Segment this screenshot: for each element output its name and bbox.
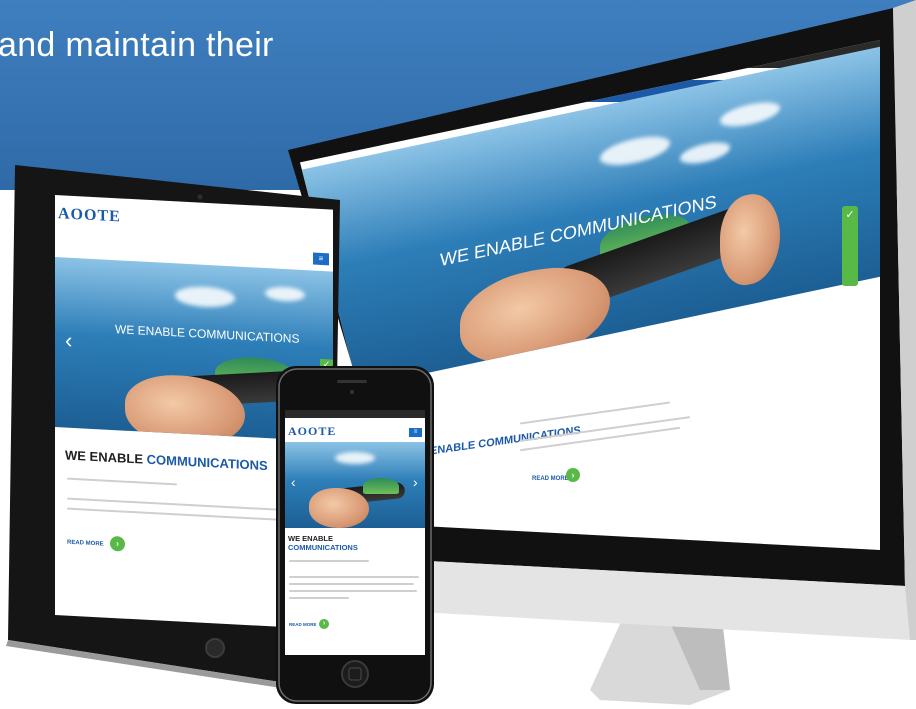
phone-menu-button[interactable]: ≡ xyxy=(409,428,422,437)
phone-screen: AOOTE ≡ ‹ › WE ENABLE COMMUNICATIONS REA… xyxy=(285,410,425,655)
text-line xyxy=(289,583,414,585)
phone-read-more-link[interactable]: READ MORE xyxy=(289,622,317,627)
phone-logo[interactable]: AOOTE xyxy=(288,424,336,439)
text-line xyxy=(289,576,419,578)
text-line xyxy=(289,597,349,599)
text-line xyxy=(289,590,417,592)
phone-next-arrow-icon[interactable]: › xyxy=(413,474,418,490)
phone-section-heading: WE ENABLE COMMUNICATIONS xyxy=(288,534,358,552)
phone-browser-chrome xyxy=(285,410,425,418)
phone-hero: ‹ › xyxy=(285,442,425,528)
phone-prev-arrow-icon[interactable]: ‹ xyxy=(291,474,296,490)
text-line xyxy=(289,560,369,562)
phone-frame xyxy=(276,366,434,704)
phone-camera-icon xyxy=(350,390,354,394)
phone-speaker xyxy=(337,380,367,383)
phone-read-more-arrow-icon[interactable]: › xyxy=(319,619,329,629)
phone-home-button[interactable] xyxy=(341,660,369,688)
